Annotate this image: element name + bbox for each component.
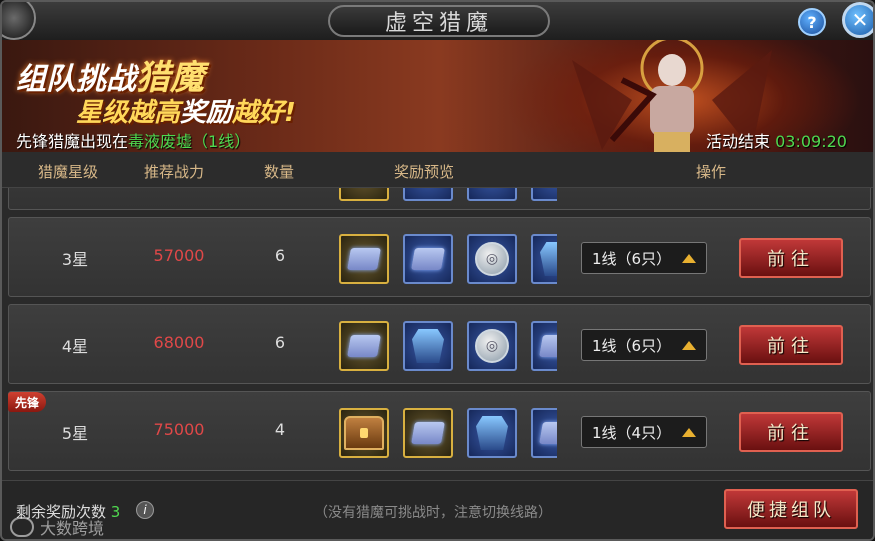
table-row: 4星 68000 6 ◎ 1线（6只） 前往 (8, 304, 871, 384)
row-star: 5星 (61, 424, 89, 443)
quick-team-button[interactable]: 便捷组队 (724, 489, 858, 529)
event-end-time: 03:09:20 (775, 132, 847, 151)
row-qty: 4 (274, 420, 286, 439)
reward-preview (339, 408, 557, 458)
header-qty: 数量 (264, 163, 295, 181)
armor-icon[interactable] (531, 234, 557, 284)
event-end-label: 活动结束 (706, 132, 771, 151)
row-power: 75000 (153, 420, 205, 439)
help-button[interactable]: ? (798, 8, 826, 36)
table-row: 3星 57000 6 ◎ 1线（6只） 前往 (8, 217, 871, 297)
treasure-chest-icon[interactable] (339, 408, 389, 458)
scroll-gold-icon[interactable] (339, 188, 389, 201)
row-power: 57000 (153, 246, 205, 265)
scroll-gold-icon[interactable] (339, 234, 389, 284)
go-button[interactable]: 前往 (739, 238, 843, 278)
silver-coin-icon[interactable]: ◎ (467, 321, 517, 371)
corner-ornament-left (2, 2, 36, 40)
footer-bar: 剩余奖励次数 3 i （没有猎魔可挑战时，注意切换线路） 便捷组队 大数跨境 (2, 480, 873, 539)
armor-icon[interactable] (467, 188, 517, 201)
switch-line-hint: （没有猎魔可挑战时，注意切换线路） (314, 505, 552, 521)
table-row-partial (8, 188, 871, 210)
vanguard-badge: 先锋 (8, 392, 46, 412)
header-power: 推荐战力 (144, 163, 205, 181)
scroll-gold-icon[interactable] (339, 321, 389, 371)
table-header: 猎魔星级 推荐战力 数量 奖励预览 操作 (2, 152, 873, 188)
game-window: 虚空猎魔 ? ✕ 组队挑战猎魔 星级越高奖励越好! 先锋猎魔出现在毒液废墟（1线… (0, 0, 875, 541)
row-qty: 6 (274, 246, 286, 265)
row-star: 4星 (61, 337, 89, 356)
banner-sub-b: 奖励 (180, 98, 233, 128)
go-button[interactable]: 前往 (739, 325, 843, 365)
scroll-blue-icon[interactable] (531, 408, 557, 458)
scroll-blue-icon[interactable] (403, 234, 453, 284)
header-rewards: 奖励预览 (394, 163, 455, 181)
banner-subheadline: 星级越高奖励越好! (76, 92, 296, 129)
vanguard-location-text: 先锋猎魔出现在毒液废墟（1线） (16, 128, 250, 152)
info-icon[interactable]: i (136, 501, 154, 519)
reward-preview: ◎ (339, 321, 557, 371)
line-select[interactable]: 1线（4只） (581, 416, 707, 448)
watermark: 大数跨境 (10, 515, 104, 539)
line-select-value: 1线（6只） (592, 249, 672, 268)
triangle-up-icon (682, 341, 696, 350)
watermark-logo-icon (10, 517, 34, 537)
title-bar: 虚空猎魔 ? ✕ (2, 2, 873, 40)
title-plate: 虚空猎魔 (328, 5, 550, 37)
row-star: 3星 (61, 250, 89, 269)
line-select[interactable]: 1线（6只） (581, 242, 707, 274)
event-banner: 组队挑战猎魔 星级越高奖励越好! 先锋猎魔出现在毒液废墟（1线） 活动结束 03… (2, 40, 873, 152)
banner-sub-a: 星级越高 (76, 98, 181, 128)
remaining-count: 3 (110, 503, 121, 521)
line-select-value: 1线（6只） (592, 336, 672, 355)
scroll-blue-icon[interactable] (403, 188, 453, 201)
header-star: 猎魔星级 (38, 163, 99, 181)
scroll-gold-icon[interactable] (403, 408, 453, 458)
window-title: 虚空猎魔 (384, 11, 493, 36)
row-power: 68000 (153, 333, 205, 352)
scroll-blue-icon[interactable] (531, 321, 557, 371)
armor-icon[interactable] (403, 321, 453, 371)
close-button[interactable]: ✕ (842, 2, 873, 38)
reward-preview (339, 188, 557, 201)
header-action: 操作 (696, 163, 727, 181)
watermark-text: 大数跨境 (40, 519, 105, 538)
table-row: 5星 75000 4 1线（4只） 前往 (8, 391, 871, 471)
event-countdown: 活动结束 03:09:20 (706, 128, 847, 152)
triangle-up-icon (682, 428, 696, 437)
line-select-value: 1线（4只） (592, 423, 672, 442)
row-qty: 6 (274, 333, 286, 352)
reward-preview: ◎ (339, 234, 557, 284)
triangle-up-icon (682, 254, 696, 263)
vanguard-prefix: 先锋猎魔出现在 (16, 132, 129, 151)
hunt-list[interactable]: 3星 57000 6 ◎ 1线（6只） 前往 4星 68000 6 ◎ 1线（6… (8, 188, 871, 480)
silver-coin-icon[interactable]: ◎ (467, 234, 517, 284)
vanguard-location-link[interactable]: 毒液废墟（1线） (128, 132, 250, 151)
line-select[interactable]: 1线（6只） (581, 329, 707, 361)
scroll-blue-icon[interactable] (531, 188, 557, 201)
banner-sub-c: 越好! (232, 98, 296, 128)
go-button[interactable]: 前往 (739, 412, 843, 452)
armor-icon[interactable] (467, 408, 517, 458)
